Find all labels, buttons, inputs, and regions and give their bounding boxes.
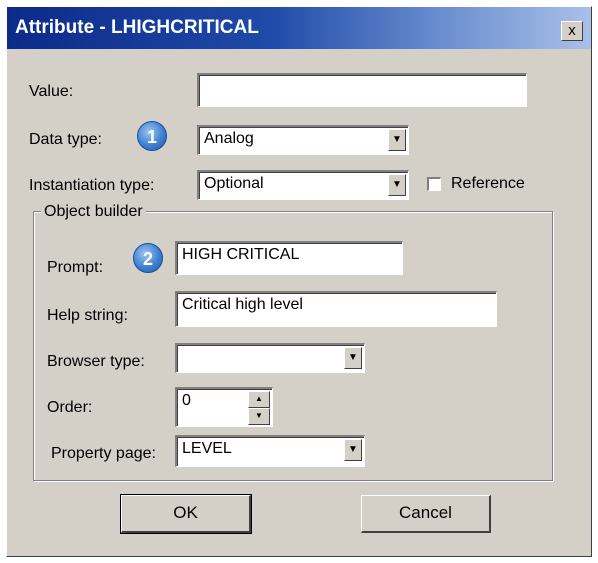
chevron-down-icon[interactable]: ▼ — [344, 347, 362, 369]
value-input[interactable] — [197, 73, 527, 107]
order-label: Order: — [47, 399, 93, 416]
instantiation-type-value: Optional — [204, 175, 264, 192]
reference-label: Reference — [451, 175, 525, 192]
prompt-label: Prompt: — [47, 259, 104, 276]
browser-type-label: Browser type: — [47, 353, 145, 370]
close-button[interactable]: x — [561, 21, 583, 41]
prompt-input[interactable]: HIGH CRITICAL — [175, 241, 403, 275]
object-builder-title: Object builder — [41, 203, 146, 221]
order-stepper[interactable]: 0 ▲ ▼ — [175, 387, 273, 427]
spin-up-icon[interactable]: ▲ — [248, 391, 270, 408]
browser-type-select[interactable]: ▼ — [175, 343, 365, 373]
property-page-value: LEVEL — [182, 440, 232, 457]
data-type-select[interactable]: Analog ▼ — [197, 125, 409, 155]
ok-button[interactable]: OK — [120, 494, 252, 534]
title-bar: Attribute - LHIGHCRITICAL x — [7, 7, 591, 49]
reference-checkbox[interactable] — [427, 177, 441, 191]
chevron-down-icon[interactable]: ▼ — [344, 439, 362, 461]
data-type-label: Data type: — [29, 131, 102, 148]
property-page-select[interactable]: LEVEL ▼ — [175, 435, 365, 467]
help-string-input[interactable]: Critical high level — [175, 291, 497, 327]
order-value: 0 — [182, 392, 191, 409]
instantiation-type-label: Instantiation type: — [29, 177, 155, 194]
instantiation-type-select[interactable]: Optional ▼ — [197, 170, 409, 200]
callout-badge-2: 2 — [133, 243, 163, 273]
property-page-label: Property page: — [51, 445, 156, 462]
close-icon: x — [568, 22, 576, 39]
chevron-down-icon[interactable]: ▼ — [388, 129, 406, 151]
chevron-down-icon[interactable]: ▼ — [388, 174, 406, 196]
window-title: Attribute - LHIGHCRITICAL — [15, 17, 259, 38]
value-label: Value: — [29, 83, 74, 100]
callout-badge-1: 1 — [137, 121, 167, 151]
cancel-button[interactable]: Cancel — [361, 495, 491, 533]
attribute-dialog: Attribute - LHIGHCRITICAL x Value: Data … — [6, 6, 592, 557]
order-spinner: ▲ ▼ — [248, 391, 270, 425]
data-type-value: Analog — [204, 130, 254, 147]
help-string-label: Help string: — [47, 307, 128, 324]
spin-down-icon[interactable]: ▼ — [248, 408, 270, 425]
